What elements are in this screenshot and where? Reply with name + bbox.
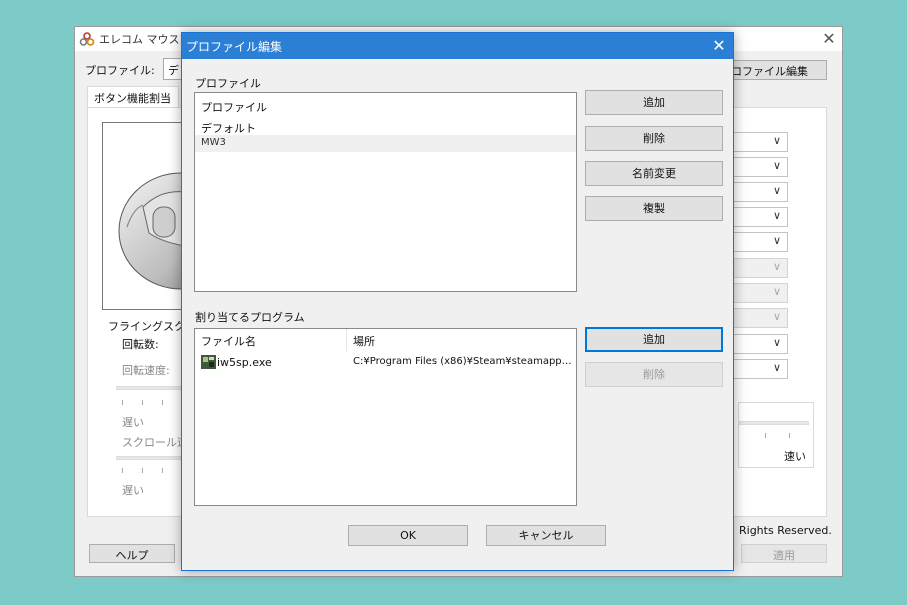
slow-label: 遅い [122,484,144,497]
profile-edit-dialog: プロファイル編集 ✕ プロファイル プロファイル デフォルト MW3 追加 削除… [181,32,734,571]
program-file-name: iw5sp.exe [217,356,272,369]
column-header-location[interactable]: 場所 [347,329,576,351]
fast-label: 速い [784,450,806,463]
profile-label: プロファイル: [85,64,155,77]
slider-tick [789,433,790,438]
programs-section-label: 割り当てるプログラム [195,311,305,324]
chevron-down-icon: ∨ [772,361,781,374]
function-select-3[interactable]: ∨ [732,182,788,202]
ok-button[interactable]: OK [348,525,468,546]
copyright-text: Rights Reserved. [739,524,832,537]
rotation-count-label: 回転数: [122,338,159,351]
profile-edit-button[interactable]: ロファイル編集 [727,60,827,80]
add-program-button[interactable]: 追加 [585,327,723,352]
function-select-9[interactable]: ∨ [732,334,788,354]
program-list[interactable]: ファイル名 場所 iw5sp.exe C:¥Program Files (x86… [194,328,577,506]
profile-list-header: プロファイル [201,101,267,114]
app-icon [79,31,95,47]
chevron-down-icon: ∨ [772,336,781,349]
rename-profile-button[interactable]: 名前変更 [585,161,723,186]
chevron-down-icon: ∨ [772,260,781,273]
table-row[interactable]: iw5sp.exe C:¥Program Files (x86)¥Steam¥s… [195,354,576,371]
function-select-2[interactable]: ∨ [732,157,788,177]
speed-slider [739,421,809,425]
slider-tick [162,468,163,473]
column-header-file[interactable]: ファイル名 [195,329,347,351]
function-select-6: ∨ [732,258,788,278]
delete-program-button: 削除 [585,362,723,387]
tab-button-assignment[interactable]: ボタン機能割当 [87,86,179,108]
scroll-speed-label: スクロール速 [122,436,188,449]
add-profile-button[interactable]: 追加 [585,90,723,115]
list-item[interactable]: デフォルト [195,118,576,135]
function-select-8: ∨ [732,308,788,328]
background-close-icon[interactable]: ✕ [819,29,839,48]
dialog-titlebar: プロファイル編集 ✕ [182,33,733,59]
chevron-down-icon: ∨ [772,159,781,172]
slider-tick [765,433,766,438]
scroll-speed-slider [116,456,186,460]
slider-tick [162,400,163,405]
profile-section-label: プロファイル [195,77,261,90]
list-item[interactable]: MW3 [195,135,576,152]
delete-profile-button[interactable]: 削除 [585,126,723,151]
dialog-title: プロファイル編集 [186,40,283,54]
slider-tick [142,468,143,473]
chevron-down-icon: ∨ [772,134,781,147]
duplicate-profile-button[interactable]: 複製 [585,196,723,221]
mouse-image [102,122,192,310]
exe-icon [201,355,216,369]
help-button[interactable]: ヘルプ [89,544,175,563]
slider-tick [122,468,123,473]
slow-label: 遅い [122,416,144,429]
cancel-button[interactable]: キャンセル [486,525,606,546]
function-select-10[interactable]: ∨ [732,359,788,379]
rotation-speed-label: 回転速度: [122,364,170,377]
chevron-down-icon: ∨ [772,310,781,323]
function-select-7: ∨ [732,283,788,303]
slider-tick [122,400,123,405]
dialog-close-icon[interactable]: ✕ [709,36,729,55]
chevron-down-icon: ∨ [772,184,781,197]
function-select-1[interactable]: ∨ [732,132,788,152]
apply-button: 適用 [741,544,827,563]
chevron-down-icon: ∨ [772,285,781,298]
slider-tick [142,400,143,405]
program-location: C:¥Program Files (x86)¥Steam¥steamapps..… [353,356,573,367]
rotation-speed-slider [116,386,186,390]
function-select-4[interactable]: ∨ [732,207,788,227]
chevron-down-icon: ∨ [772,234,781,247]
profile-combo-value: デ [168,64,179,77]
chevron-down-icon: ∨ [772,209,781,222]
profile-list[interactable]: プロファイル デフォルト MW3 [194,92,577,292]
function-select-5[interactable]: ∨ [732,232,788,252]
